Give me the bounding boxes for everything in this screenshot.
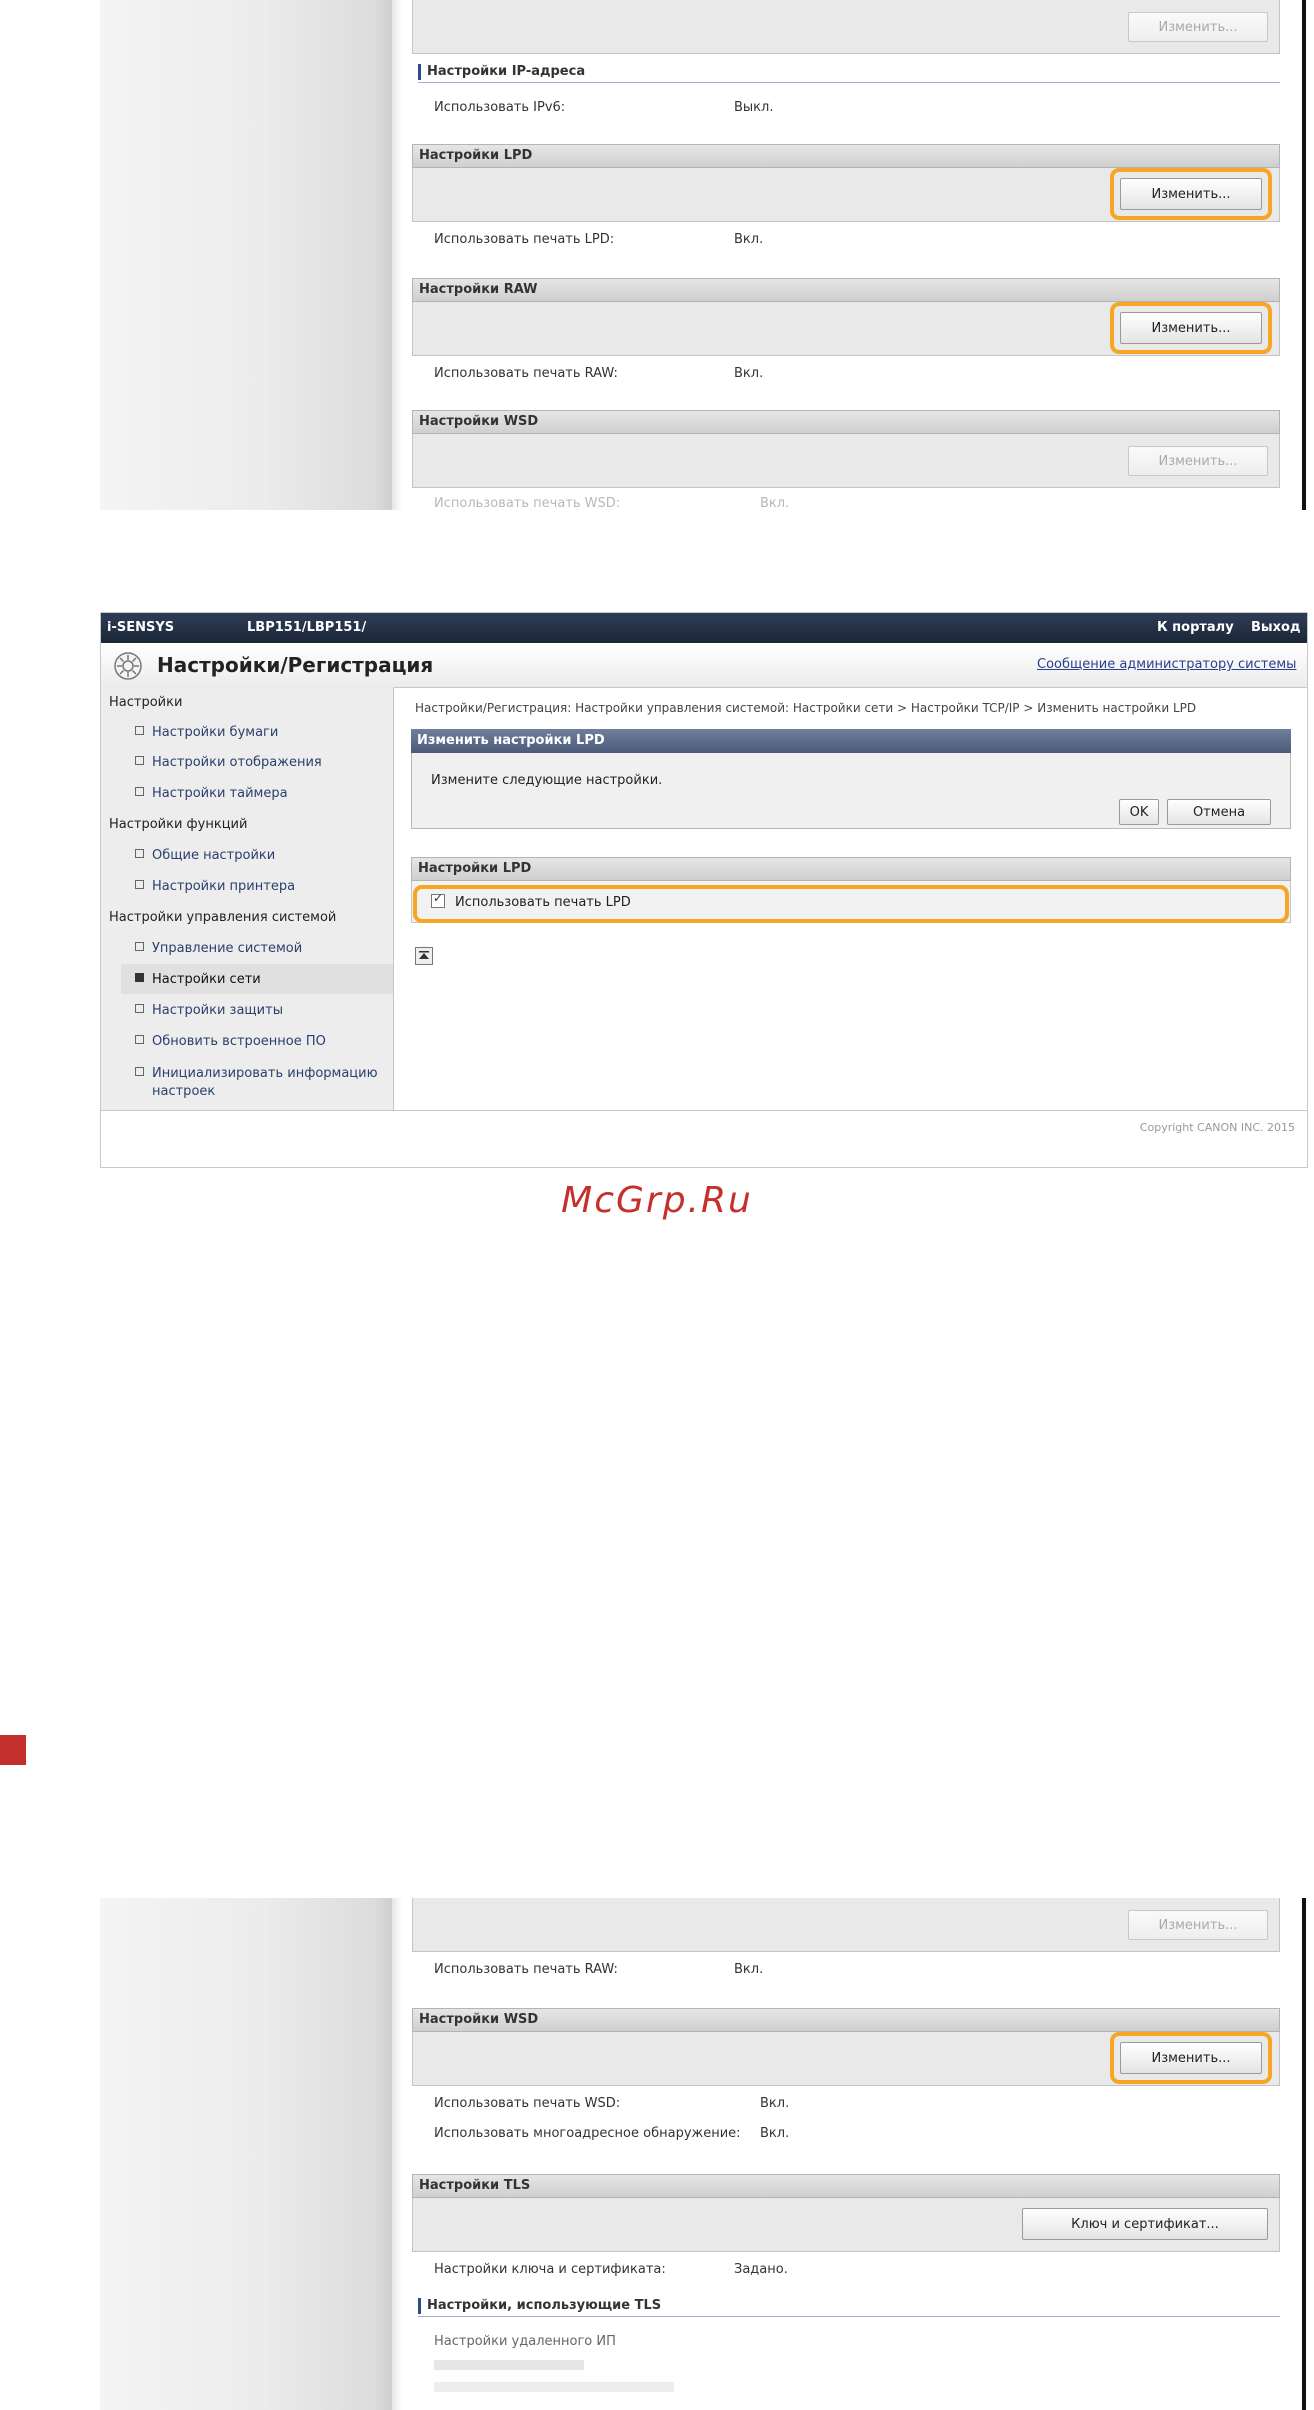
nav-item-label: Настройки принтера: [152, 879, 296, 894]
bullet-icon: [135, 880, 144, 889]
bullet-icon: [135, 1035, 144, 1044]
watermark: McGrp.Ru: [561, 1180, 753, 1221]
nav-item-label: Настройки сети: [152, 972, 261, 987]
bullet-icon: [135, 787, 144, 796]
lpd-value: Вкл.: [734, 232, 764, 247]
nav-item-label: Настройки отображения: [152, 755, 322, 770]
raw-label: Использовать печать RAW:: [434, 1962, 618, 1977]
divider: [418, 82, 1280, 83]
bullet-icon: [135, 1067, 144, 1076]
top-screenshot: Изменить... Настройки IP-адреса Использо…: [100, 0, 1306, 510]
faded-row: [434, 2360, 584, 2370]
settings-gear-icon: [114, 652, 142, 680]
ok-button[interactable]: OK: [1119, 799, 1159, 825]
bullet-icon: [135, 849, 144, 858]
bullet-icon: [135, 756, 144, 765]
divider: [418, 2316, 1280, 2317]
right-border: [1302, 0, 1306, 510]
nav-item-label: Настройки бумаги: [152, 725, 279, 740]
nav-item-label: Управление системой: [152, 941, 303, 956]
bottom-screenshot: Изменить... Использовать печать RAW: Вкл…: [100, 1898, 1306, 2410]
left-panel: [100, 0, 402, 510]
sidebar-nav: Настройки Настройки бумаги Настройки ото…: [101, 687, 394, 1111]
right-border: [1302, 1898, 1306, 2410]
ipv6-label: Использовать IPv6:: [434, 100, 566, 115]
nav-group-functions: Настройки функций: [109, 817, 248, 832]
nav-group-system-mgmt: Настройки управления системой: [109, 910, 337, 925]
nav-item-label: Обновить встроенное ПО: [152, 1034, 326, 1049]
nav-item-init-settings[interactable]: Инициализировать информацию настроек: [135, 1065, 378, 1101]
nav-item-system-mgmt[interactable]: Управление системой: [135, 941, 302, 956]
bullet-icon: [135, 1004, 144, 1013]
red-marker: [0, 1735, 26, 1765]
change-button-disabled: Изменить...: [1128, 1910, 1268, 1940]
model-label: LBP151/LBP151/: [247, 620, 367, 635]
copyright: Copyright CANON INC. 2015: [1139, 1121, 1295, 1134]
wsd-label-faded: Использовать печать WSD:: [434, 496, 621, 510]
multicast-label: Использовать многоадресное обнаружение:: [434, 2126, 741, 2141]
admin-message-link[interactable]: Сообщение администратору системы: [1037, 657, 1296, 672]
key-cert-label: Настройки ключа и сертификата:: [434, 2262, 666, 2277]
highlight-lpd-change: [1110, 168, 1272, 220]
wsd-value-faded: Вкл.: [760, 496, 790, 510]
highlight-raw-change: [1110, 302, 1272, 354]
dialog-message: Измените следующие настройки.: [431, 773, 663, 788]
dialog-title: Изменить настройки LPD: [411, 729, 1291, 753]
nav-item-label: Инициализировать информацию: [152, 1066, 378, 1081]
remote-ui-label: Настройки удаленного ИП: [434, 2334, 616, 2349]
nav-item-label: Общие настройки: [152, 848, 276, 863]
ip-settings-subheader: Настройки IP-адреса: [418, 64, 585, 80]
tls-section-header: Настройки TLS: [412, 2174, 1280, 2198]
cancel-button[interactable]: Отмена: [1167, 799, 1271, 825]
nav-item-label-line2: настроек: [152, 1084, 216, 1099]
nav-item-display[interactable]: Настройки отображения: [135, 755, 322, 770]
change-button-disabled: Изменить...: [1128, 12, 1268, 42]
page-title: Настройки/Регистрация: [157, 653, 434, 677]
wsd-value: Вкл.: [760, 2096, 790, 2111]
highlight-lpd-checkbox: [413, 885, 1289, 923]
bullet-icon: [135, 973, 144, 982]
wsd-label: Использовать печать WSD:: [434, 2096, 621, 2111]
lpd-label: Использовать печать LPD:: [434, 232, 615, 247]
tls-using-subheader: Настройки, использующие TLS: [418, 2298, 661, 2314]
nav-item-timer[interactable]: Настройки таймера: [135, 786, 288, 801]
left-panel: [100, 1898, 402, 2410]
nav-item-firmware[interactable]: Обновить встроенное ПО: [135, 1034, 326, 1049]
highlight-wsd-change: [1110, 2032, 1272, 2084]
nav-item-paper[interactable]: Настройки бумаги: [135, 725, 278, 740]
breadcrumb: Настройки/Регистрация: Настройки управле…: [415, 701, 1197, 715]
nav-item-label: Настройки таймера: [152, 786, 288, 801]
key-certificate-button[interactable]: Ключ и сертификат...: [1022, 2208, 1268, 2240]
multicast-value: Вкл.: [760, 2126, 790, 2141]
nav-item-network[interactable]: Настройки сети: [135, 972, 261, 987]
footer: Copyright CANON INC. 2015: [101, 1110, 1307, 1167]
wsd-section-header: Настройки WSD: [412, 410, 1280, 434]
raw-value: Вкл.: [734, 366, 764, 381]
brand-label: i-SENSYS: [107, 620, 175, 635]
bullet-icon: [135, 726, 144, 735]
raw-section-header: Настройки RAW: [412, 278, 1280, 302]
scroll-top-icon[interactable]: [415, 947, 433, 965]
nav-group-settings: Настройки: [109, 695, 183, 710]
dialog-body: [411, 753, 1291, 829]
lpd-section-header: Настройки LPD: [412, 144, 1280, 168]
nav-item-label: Настройки защиты: [152, 1003, 283, 1018]
logout-link[interactable]: Выход: [1251, 620, 1300, 635]
wsd-change-button-disabled: Изменить...: [1128, 446, 1268, 476]
key-cert-value: Задано.: [734, 2262, 788, 2277]
nav-item-printer[interactable]: Настройки принтера: [135, 879, 295, 894]
title-bar: Настройки/Регистрация Сообщение админист…: [101, 643, 1307, 688]
ipv6-value: Выкл.: [734, 100, 774, 115]
portal-link[interactable]: К порталу: [1157, 620, 1234, 635]
lpd-section-header: Настройки LPD: [411, 857, 1291, 881]
faded-row: [434, 2382, 674, 2392]
middle-screenshot: i-SENSYS LBP151/LBP151/ К порталу Выход …: [100, 612, 1308, 1168]
top-bar: i-SENSYS LBP151/LBP151/ К порталу Выход: [101, 613, 1307, 643]
raw-value: Вкл.: [734, 1962, 764, 1977]
nav-item-common[interactable]: Общие настройки: [135, 848, 275, 863]
nav-item-security[interactable]: Настройки защиты: [135, 1003, 283, 1018]
raw-label: Использовать печать RAW:: [434, 366, 618, 381]
wsd-section-header: Настройки WSD: [412, 2008, 1280, 2032]
bullet-icon: [135, 942, 144, 951]
